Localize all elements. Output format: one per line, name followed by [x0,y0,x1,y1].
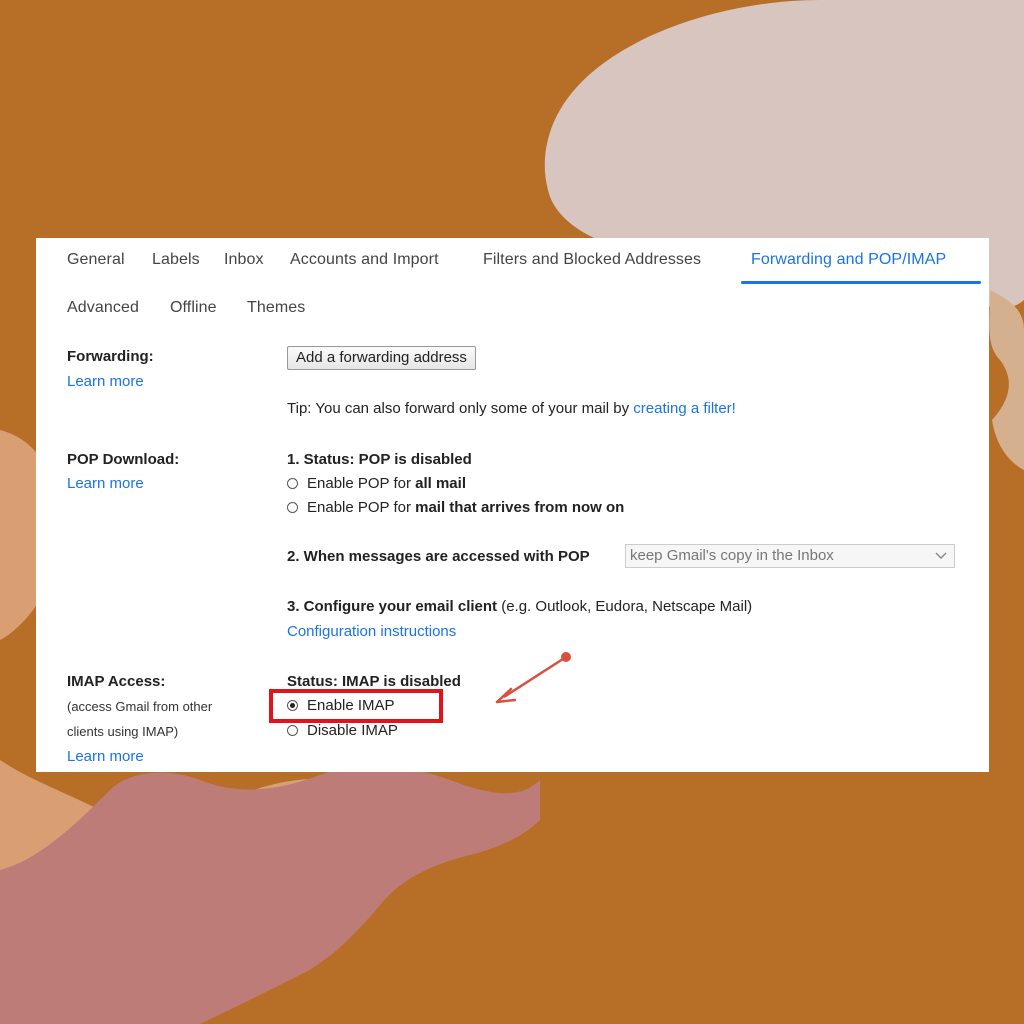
pop-learn-more-link[interactable]: Learn more [67,475,144,492]
imap-learn-more-link[interactable]: Learn more [67,748,144,765]
tab-themes[interactable]: Themes [247,299,305,317]
chevron-down-icon [934,545,948,574]
pop-action-value: keep Gmail's copy in the Inbox [630,547,834,564]
pop-configure-rest: (e.g. Outlook, Eudora, Netscape Mail) [497,598,753,615]
active-tab-indicator [741,281,981,284]
imap-note-line1: (access Gmail from other [67,699,213,714]
imap-status: Status: IMAP is disabled [287,673,461,690]
pop-from-now-radio[interactable] [287,502,298,513]
imap-access-label: IMAP Access: [67,673,166,690]
pop-download-label: POP Download: [67,451,180,468]
forwarding-tip: Tip: You can also forward only some of y… [287,400,736,417]
tab-inbox[interactable]: Inbox [224,251,264,269]
disable-imap-option[interactable]: Disable IMAP [287,722,398,739]
tab-general[interactable]: General [67,251,125,269]
disable-imap-radio[interactable] [287,725,298,736]
configuration-instructions-link[interactable]: Configuration instructions [287,623,456,640]
pop-all-mail-prefix: Enable POP for [307,475,416,492]
forwarding-learn-more-link[interactable]: Learn more [67,373,144,390]
pop-all-mail-bold: all mail [415,475,466,492]
pop-all-mail-radio[interactable] [287,478,298,489]
imap-note-line2: clients using IMAP) [67,724,179,739]
pop-from-now-bold: mail that arrives from now on [415,499,625,516]
pop-status: 1. Status: POP is disabled [287,451,472,468]
forwarding-label: Forwarding: [67,348,154,365]
pop-configure-bold: 3. Configure your email client [287,598,498,615]
pop-action-select[interactable]: keep Gmail's copy in the Inbox [625,544,955,568]
pop-configure-client: 3. Configure your email client (e.g. Out… [287,598,752,615]
tab-advanced[interactable]: Advanced [67,299,139,317]
settings-panel: General Labels Inbox Accounts and Import… [36,238,989,772]
tab-accounts-and-import[interactable]: Accounts and Import [290,251,439,269]
tab-labels[interactable]: Labels [152,251,200,269]
tan-blob-right [989,290,1024,470]
tab-filters-and-blocked-addresses[interactable]: Filters and Blocked Addresses [483,251,701,269]
enable-imap-highlight-box [269,689,443,723]
tab-forwarding-and-pop-imap[interactable]: Forwarding and POP/IMAP [751,251,946,269]
add-forwarding-address-button[interactable]: Add a forwarding address [287,346,476,370]
pop-when-accessed-label: 2. When messages are accessed with POP [287,548,590,565]
tab-offline[interactable]: Offline [170,299,217,317]
pop-from-now-option[interactable]: Enable POP for mail that arrives from no… [287,499,624,516]
forwarding-tip-text: Tip: You can also forward only some of y… [287,400,634,417]
pop-all-mail-option[interactable]: Enable POP for all mail [287,475,466,492]
pop-from-now-prefix: Enable POP for [307,499,416,516]
disable-imap-label: Disable IMAP [307,722,398,739]
creating-filter-link[interactable]: creating a filter! [633,400,736,417]
